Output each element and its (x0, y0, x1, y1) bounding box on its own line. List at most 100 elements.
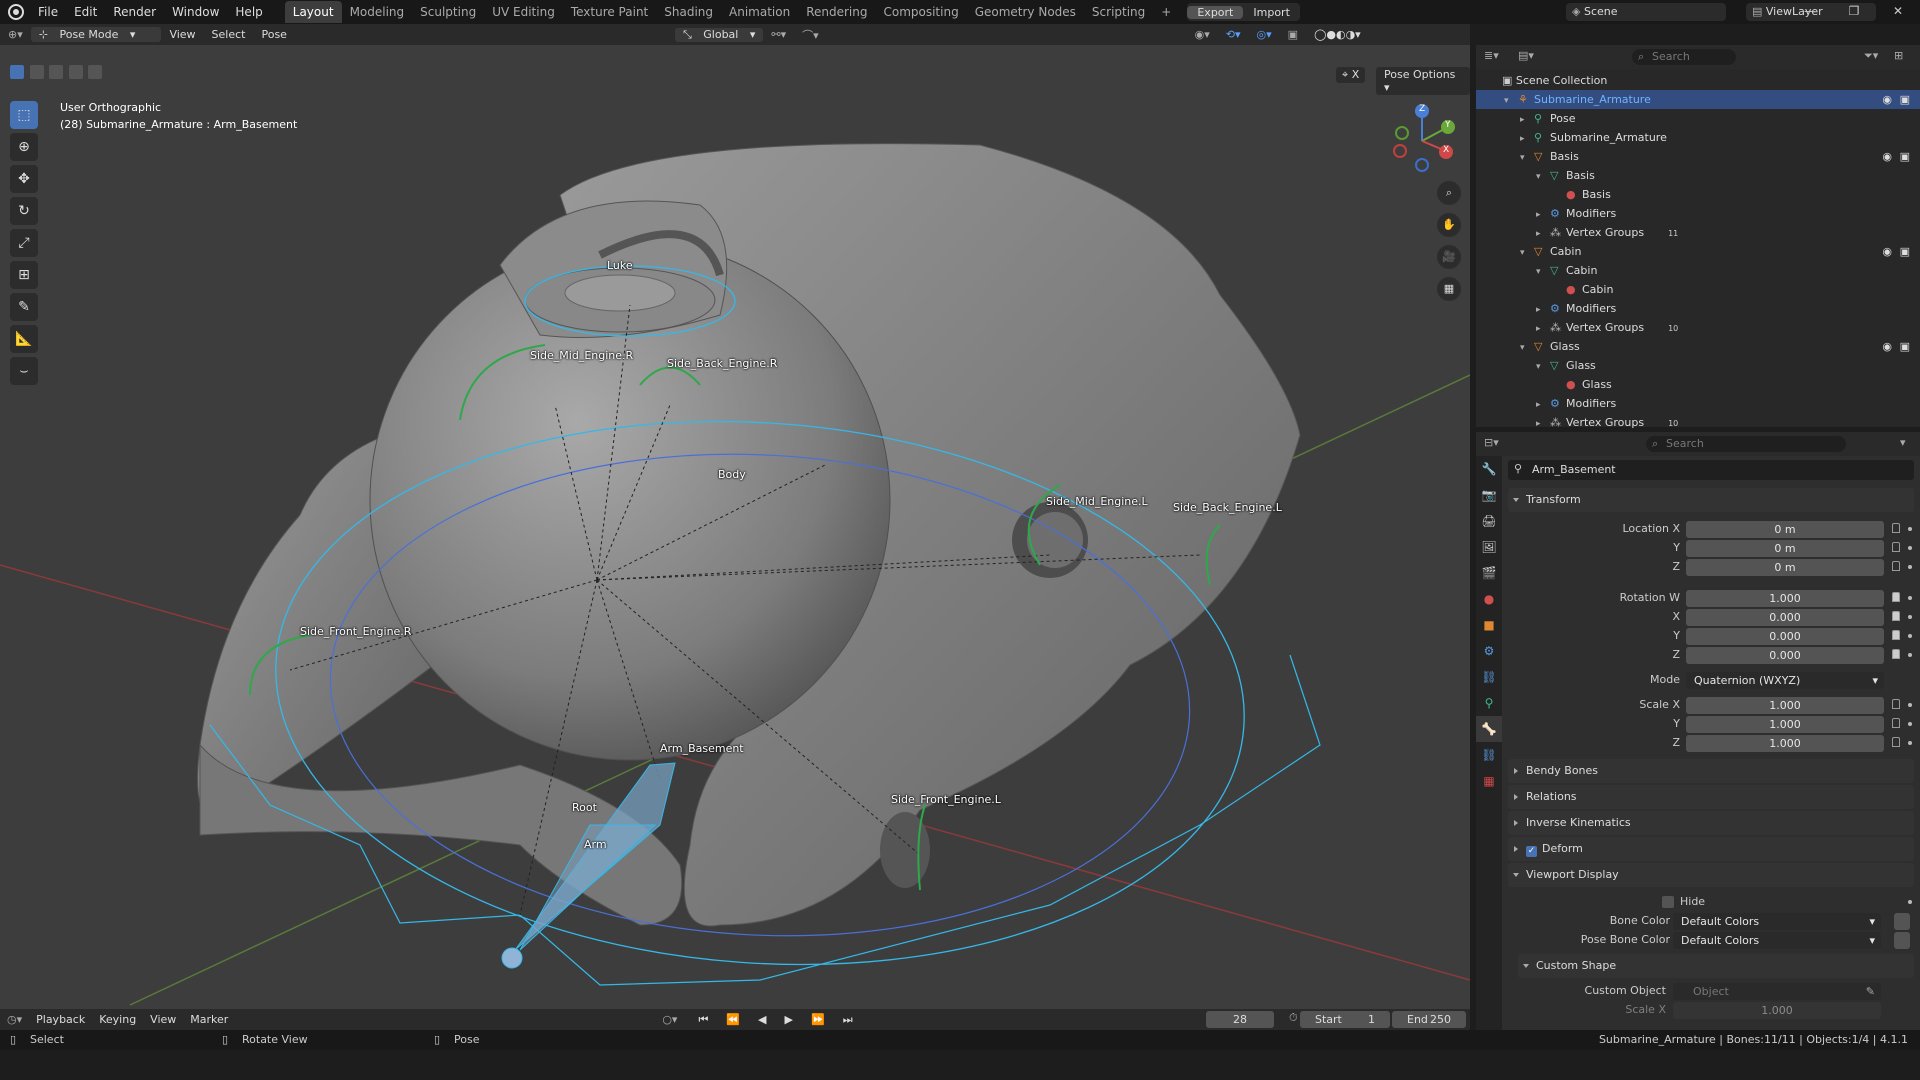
lock-icon[interactable] (1892, 649, 1900, 659)
navigation-gizmo[interactable]: Z Y X (1390, 104, 1460, 175)
rotation-y-field[interactable]: Y 0.000 (1508, 627, 1914, 646)
world-tab-icon[interactable]: ● (1476, 586, 1502, 612)
tool-tab-icon[interactable]: 🔧 (1476, 456, 1502, 482)
inverse-kinematics-panel-header[interactable]: Inverse Kinematics (1508, 811, 1914, 835)
select-extend-icon[interactable] (29, 65, 44, 79)
outliner-row[interactable]: ● Basis (1476, 185, 1920, 204)
timeline-menu-keying[interactable]: Keying (92, 1013, 143, 1026)
tab-scripting[interactable]: Scripting (1084, 1, 1153, 23)
annotate-tool-icon[interactable]: ✎ (10, 293, 38, 321)
outliner-search[interactable]: ⌕ Search (1632, 49, 1736, 65)
bone-tab-icon[interactable]: 🦴 (1476, 716, 1502, 742)
render-camera-icon[interactable]: ▣ (1900, 242, 1910, 261)
scene-tab-icon[interactable]: 🎬 (1476, 560, 1502, 586)
outliner-row[interactable]: ● Glass (1476, 375, 1920, 394)
copy-color-icon[interactable] (1894, 913, 1910, 930)
minimize-icon[interactable]: — (1788, 0, 1832, 24)
keyframe-dot-icon[interactable] (1908, 703, 1912, 707)
move-tool-icon[interactable]: ✥ (10, 165, 38, 193)
output-tab-icon[interactable]: 🖨 (1476, 508, 1502, 534)
restore-icon[interactable]: ❐ (1832, 0, 1876, 24)
scale-x-field[interactable]: Scale X 1.000 (1508, 696, 1914, 715)
shading-modes-icon[interactable]: ◯●◐◑▾ (1306, 28, 1369, 41)
prev-keyframe-icon[interactable]: ⏪ (719, 1013, 751, 1026)
transform-tool-icon[interactable]: ⊞ (10, 261, 38, 289)
lock-icon[interactable] (1892, 592, 1900, 602)
outliner-row[interactable]: ▸ ⁂ Vertex Groups 11 (1476, 223, 1920, 242)
location-x-value[interactable]: 0 m (1686, 521, 1884, 538)
lock-icon[interactable] (1892, 561, 1900, 571)
lock-icon[interactable] (1892, 737, 1900, 747)
outliner-row[interactable]: ▸ ⚙ Modifiers (1476, 394, 1920, 413)
keyframe-dot-icon[interactable] (1908, 653, 1912, 657)
location-x-field[interactable]: Location X 0 m (1508, 520, 1914, 539)
object-tab-icon[interactable]: ■ (1476, 612, 1502, 638)
scene-collection-row[interactable]: ▣ Scene Collection (1476, 71, 1920, 90)
copy-color-icon[interactable] (1894, 932, 1910, 949)
blender-logo-icon[interactable] (8, 4, 24, 20)
tab-modeling[interactable]: Modeling (342, 1, 413, 23)
viewport-menu-pose[interactable]: Pose (253, 28, 294, 41)
select-invert-icon[interactable] (68, 65, 83, 79)
relations-panel-header[interactable]: Relations (1508, 785, 1914, 809)
bone-label-side-mid-engine-r[interactable]: Side_Mid_Engine.R (530, 349, 633, 362)
render-camera-icon[interactable]: ▣ (1900, 90, 1910, 109)
scene-selector[interactable]: ◈ Scene (1566, 3, 1726, 21)
close-icon[interactable]: ✕ (1876, 0, 1920, 24)
select-box-tool-icon[interactable]: ⬚ (10, 101, 38, 129)
constraints-tab-icon[interactable]: ⛓ (1476, 664, 1502, 690)
keyframe-dot-icon[interactable] (1908, 615, 1912, 619)
timeline-menu-playback[interactable]: Playback (29, 1013, 92, 1026)
pan-hand-icon[interactable]: ✋ (1437, 213, 1461, 237)
custom-object-field[interactable]: Custom Object Object ✎ (1508, 982, 1914, 1001)
visibility-icon[interactable]: ◉▾ (1187, 28, 1218, 41)
scale-tool-icon[interactable]: ⤢ (10, 229, 38, 257)
location-z-field[interactable]: Z 0 m (1508, 558, 1914, 577)
rotation-y-value[interactable]: 0.000 (1686, 628, 1884, 645)
rotation-x-field[interactable]: X 0.000 (1508, 608, 1914, 627)
rotation-w-value[interactable]: 1.000 (1686, 590, 1884, 607)
outliner-row[interactable]: ▾ ▽ Cabin (1476, 261, 1920, 280)
select-intersect-icon[interactable] (88, 65, 102, 79)
scale-y-field[interactable]: Y 1.000 (1508, 715, 1914, 734)
import-button[interactable]: Import (1243, 6, 1300, 19)
outliner-row[interactable]: ● Cabin (1476, 280, 1920, 299)
keyframe-dot-icon[interactable] (1908, 546, 1912, 550)
play-icon[interactable]: ▶ (778, 1013, 804, 1026)
location-y-field[interactable]: Y 0 m (1508, 539, 1914, 558)
measure-tool-icon[interactable]: 📐 (10, 325, 38, 353)
viewport-display-panel-header[interactable]: Viewport Display (1508, 863, 1914, 887)
viewport-3d[interactable]: User Orthographic (28) Submarine_Armatur… (0, 45, 1470, 1009)
menu-help[interactable]: Help (227, 0, 270, 24)
overlay-toggle-icon[interactable]: ◎▾ (1249, 28, 1280, 41)
rotate-tool-icon[interactable]: ↻ (10, 197, 38, 225)
bone-label-side-front-engine-r[interactable]: Side_Front_Engine.R (300, 625, 411, 638)
rotation-z-value[interactable]: 0.000 (1686, 647, 1884, 664)
rotation-x-value[interactable]: 0.000 (1686, 609, 1884, 626)
render-camera-icon[interactable]: ▣ (1900, 147, 1910, 166)
modifiers-tab-icon[interactable]: ⚙ (1476, 638, 1502, 664)
grid-icon[interactable]: ▦ (1437, 277, 1461, 301)
tab-texture-paint[interactable]: Texture Paint (563, 1, 656, 23)
outliner-row[interactable]: ▾ ▽ Glass (1476, 356, 1920, 375)
xray-icon[interactable]: ▣ (1280, 28, 1306, 41)
menu-edit[interactable]: Edit (66, 0, 105, 24)
pose-bone-color-dropdown[interactable]: Default Colors ▾ (1673, 932, 1881, 949)
pivot-point-icon[interactable]: ⚯▾ (763, 28, 794, 41)
custom-scale-x-field[interactable]: Scale X 1.000 (1508, 1001, 1914, 1020)
current-frame-field[interactable]: 28 (1206, 1011, 1274, 1028)
auto-keying-icon[interactable]: ○▾ (655, 1013, 684, 1026)
rotation-mode-dropdown[interactable]: Quaternion (WXYZ) ▾ (1686, 672, 1884, 689)
transform-orientation-dropdown[interactable]: ⤡ Global ▾ (674, 27, 764, 42)
outliner-row[interactable]: ▸ ⁂ Vertex Groups 10 (1476, 413, 1920, 432)
timeline-editor-icon[interactable]: ◷▾ (0, 1013, 29, 1026)
menu-window[interactable]: Window (164, 0, 227, 24)
render-camera-icon[interactable]: ▣ (1900, 337, 1910, 356)
keyframe-dot-icon[interactable] (1908, 741, 1912, 745)
transform-panel-header[interactable]: Transform (1508, 488, 1914, 512)
location-y-value[interactable]: 0 m (1686, 540, 1884, 557)
next-keyframe-icon[interactable]: ⏩ (804, 1013, 836, 1026)
timeline-menu-view[interactable]: View (143, 1013, 183, 1026)
lock-icon[interactable] (1892, 718, 1900, 728)
bendy-bones-panel-header[interactable]: Bendy Bones (1508, 759, 1914, 783)
